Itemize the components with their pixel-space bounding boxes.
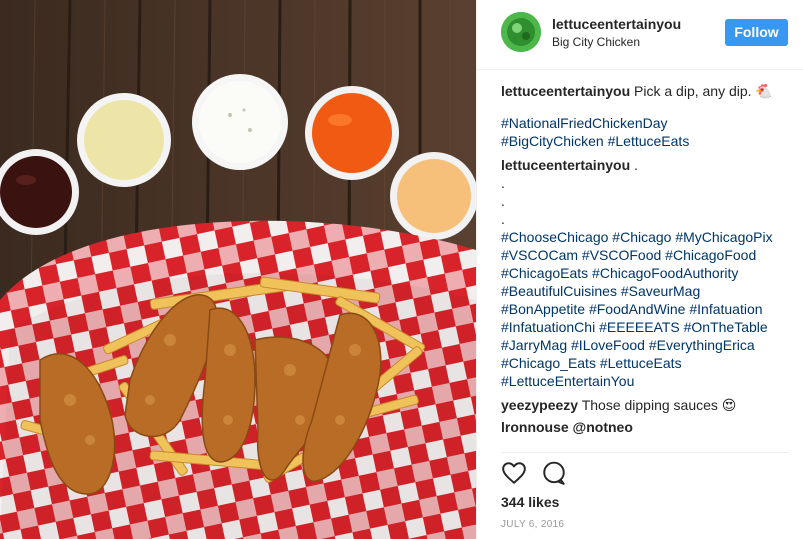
- sauce-buffalo: [305, 86, 399, 180]
- hashtag-line[interactable]: #VSCOCam #VSCOFood #ChicagoFood: [501, 246, 796, 264]
- comment-text: Those dipping sauces 😍: [581, 397, 737, 413]
- sauce-aioli: [390, 152, 476, 240]
- sauce-ranch: [192, 74, 288, 170]
- hashtag-line[interactable]: #ChicagoEats #ChicagoFoodAuthority: [501, 264, 796, 282]
- comment: yeezypeezy Those dipping sauces 😍: [501, 396, 796, 414]
- hashtag-line[interactable]: #BigCityChicken #LettuceEats: [501, 132, 796, 150]
- hashtag-line[interactable]: #NationalFriedChickenDay: [501, 114, 796, 132]
- avatar[interactable]: [501, 12, 541, 52]
- hashtag-line[interactable]: #ChooseChicago #Chicago #MyChicagoPix: [501, 228, 796, 246]
- likes-count[interactable]: 344 likes: [501, 494, 559, 510]
- comment-username[interactable]: yeezypeezy: [501, 397, 578, 413]
- post-details-panel: lettuceentertainyou Big City Chicken Fol…: [476, 0, 803, 539]
- hashtag-line[interactable]: #Chicago_Eats #LettuceEats: [501, 354, 796, 372]
- follow-button[interactable]: Follow: [725, 19, 788, 46]
- heart-icon[interactable]: [501, 460, 527, 491]
- comment-dot: .: [501, 193, 505, 209]
- divider: [501, 452, 789, 453]
- header-username[interactable]: lettuceentertainyou: [552, 16, 681, 32]
- caption-username[interactable]: lettuceentertainyou: [501, 83, 630, 99]
- sauce-honey-mustard: [77, 93, 171, 187]
- post-date[interactable]: JULY 6, 2016: [501, 519, 564, 530]
- comment-dot: .: [501, 175, 505, 191]
- comment-username[interactable]: lettuceentertainyou: [501, 157, 630, 173]
- hashtag-line[interactable]: #JarryMag #ILoveFood #EverythingErica: [501, 336, 796, 354]
- caption: lettuceentertainyou Pick a dip, any dip.…: [501, 82, 796, 100]
- location-link[interactable]: Big City Chicken: [552, 35, 640, 49]
- comment-username[interactable]: lronnouse @notneo: [501, 419, 633, 435]
- post-header: lettuceentertainyou Big City Chicken Fol…: [477, 0, 803, 70]
- comment-partial: lronnouse @notneo: [501, 418, 796, 436]
- hashtag-line[interactable]: #BeautifulCuisines #SaveurMag: [501, 282, 796, 300]
- food-photo: [0, 0, 476, 539]
- hashtag-line[interactable]: #BonAppetite #FoodAndWine #Infatuation: [501, 300, 796, 318]
- caption-text: Pick a dip, any dip. 🐔: [634, 83, 773, 99]
- comment-dot: .: [501, 211, 505, 227]
- hashtag-line[interactable]: #LettuceEntertainYou: [501, 372, 796, 390]
- comments-list: lettuceentertainyou Pick a dip, any dip.…: [501, 82, 796, 452]
- avatar-image: [501, 12, 541, 52]
- post-photo[interactable]: [0, 0, 476, 539]
- hashtag-line[interactable]: #InfatuationChi #EEEEEATS #OnTheTable: [501, 318, 796, 336]
- comment-icon[interactable]: [541, 460, 567, 491]
- comment-text: .: [634, 157, 638, 173]
- comment: lettuceentertainyou .: [501, 156, 796, 174]
